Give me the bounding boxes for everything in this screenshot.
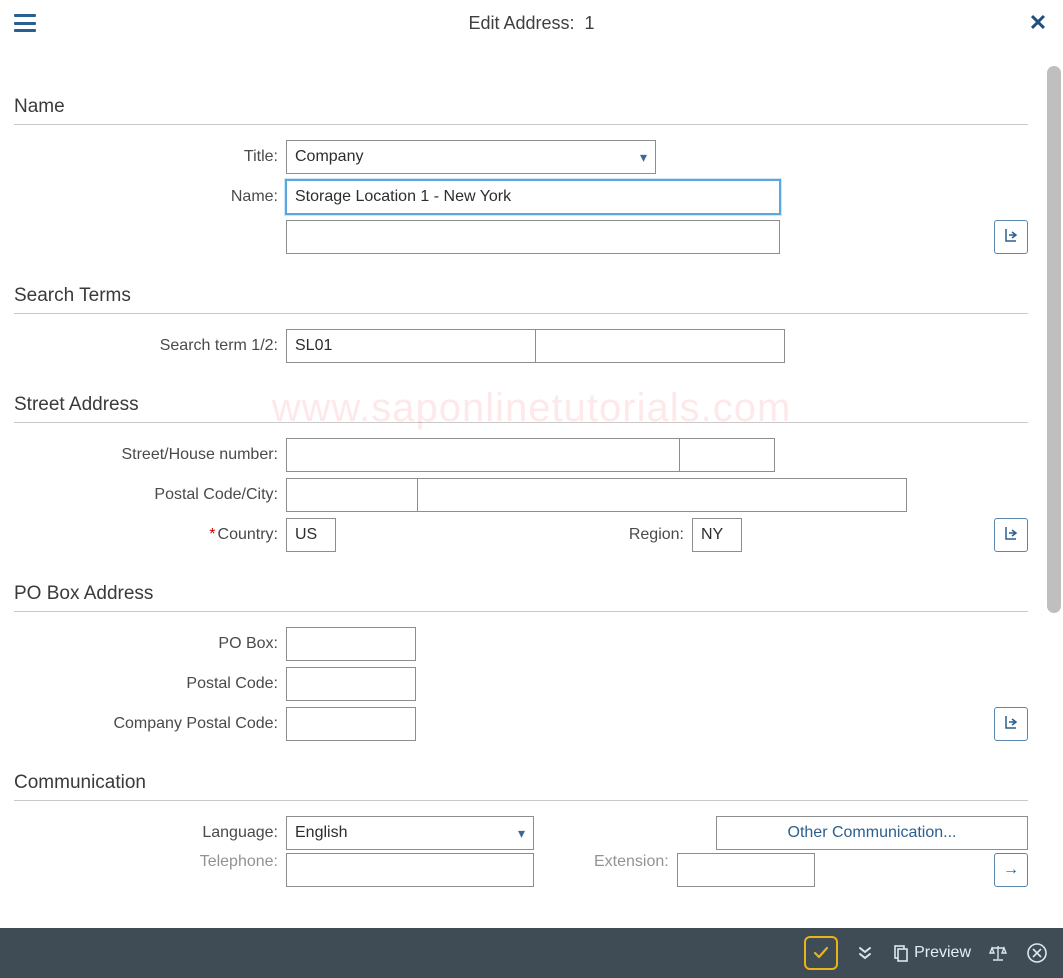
scrollbar-thumb[interactable] [1047,66,1061,613]
street-input[interactable] [286,438,680,472]
section-header-comm: Communication [14,772,1028,801]
preview-button[interactable]: Preview [892,936,971,970]
expand-icon [1003,525,1019,546]
section-header-search: Search Terms [14,285,1028,314]
street-label: Street/House number: [14,446,286,464]
other-communication-button[interactable]: Other Communication... [716,816,1028,850]
company-postal-input[interactable] [286,707,416,741]
preview-label: Preview [914,944,971,962]
search-term1-input[interactable] [286,329,536,363]
language-label: Language: [14,824,286,842]
name2-input[interactable] [286,220,780,254]
postal-city-label: Postal Code/City: [14,486,286,504]
cancel-circle-icon [1026,942,1048,964]
po-postal-label: Postal Code: [14,675,286,693]
po-box-input[interactable] [286,627,416,661]
telephone-input[interactable] [286,853,534,887]
double-chevron-down-icon [856,944,874,962]
balance-button[interactable] [987,936,1009,970]
cancel-button[interactable] [1025,936,1049,970]
arrow-right-icon: → [1003,861,1019,879]
close-icon[interactable]: ✕ [1027,10,1049,36]
expand-down-button[interactable] [854,936,876,970]
expand-icon [1003,714,1019,735]
form-viewport: www.saponlinetutorials.com Name Title: C… [0,46,1063,928]
title-bar: Edit Address:1 ✕ [0,0,1063,46]
expand-icon [1003,227,1019,248]
page-title: Edit Address:1 [468,13,594,34]
language-select[interactable]: English ▾ [286,816,534,850]
accept-button[interactable] [804,936,838,970]
check-icon [812,944,830,962]
extension-label: Extension: [594,853,677,871]
chevron-down-icon: ▾ [518,825,525,842]
name-label: Name: [14,188,286,206]
title-label: Title: [14,148,286,166]
scrollbar[interactable] [1047,66,1061,908]
title-select[interactable]: Company ▾ [286,140,656,174]
expand-street-button[interactable] [994,518,1028,552]
more-telephone-button[interactable]: → [994,853,1028,887]
search-term-label: Search term 1/2: [14,337,286,355]
expand-name-button[interactable] [994,220,1028,254]
region-label: Region: [614,526,692,544]
country-input[interactable] [286,518,336,552]
city-input[interactable] [417,478,907,512]
preview-icon [892,944,910,962]
chevron-down-icon: ▾ [640,149,647,166]
po-postal-input[interactable] [286,667,416,701]
name-input[interactable] [286,180,780,214]
country-label: *Country: [14,526,286,544]
search-term2-input[interactable] [535,329,785,363]
expand-pobox-button[interactable] [994,707,1028,741]
section-header-street: Street Address [14,394,1028,423]
telephone-label: Telephone: [14,853,286,871]
postal-code-input[interactable] [286,478,418,512]
house-number-input[interactable] [679,438,775,472]
region-input[interactable] [692,518,742,552]
scales-icon [988,943,1008,963]
company-postal-label: Company Postal Code: [14,715,286,733]
menu-icon[interactable] [14,14,36,32]
po-box-label: PO Box: [14,635,286,653]
section-header-name: Name [14,96,1028,125]
footer-toolbar: Preview [0,928,1063,978]
extension-input[interactable] [677,853,815,887]
section-header-pobox: PO Box Address [14,583,1028,612]
